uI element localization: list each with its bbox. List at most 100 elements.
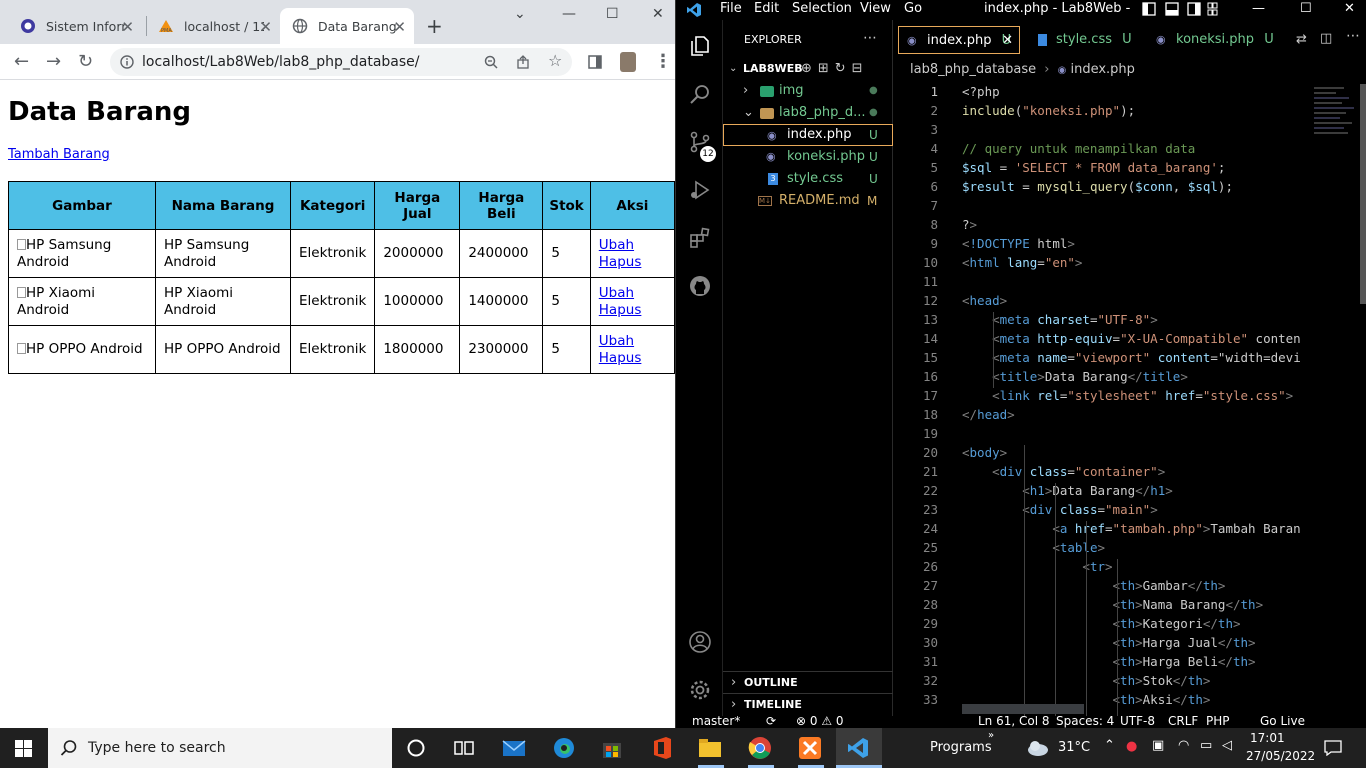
browser-tab-data-barang[interactable]: Data Barang ✕ [280,8,414,44]
close-window-button[interactable]: ✕ [652,6,664,22]
settings-gear-icon[interactable] [688,678,712,702]
tab-search-icon[interactable]: ⌄ [514,6,526,22]
wifi-icon[interactable]: ◠ [1178,738,1189,753]
cursor-position[interactable]: Ln 61, Col 8 [978,716,1050,728]
horizontal-scrollbar[interactable] [962,704,1084,714]
close-tab-icon[interactable]: ✕ [393,18,406,36]
sync-icon[interactable]: ⟳ [766,716,776,728]
close-tab-icon[interactable]: ✕ [259,18,272,36]
chrome-icon[interactable] [748,736,772,760]
menu-selection[interactable]: Selection [792,1,852,16]
delete-link[interactable]: Hapus [599,350,642,366]
editor-tab-style-css[interactable]: style.css U [1028,26,1144,54]
new-tab-button[interactable]: + [426,14,443,38]
task-view-icon[interactable] [452,736,476,760]
programs-toolbar[interactable]: Programs [930,740,992,755]
store-icon[interactable] [600,736,624,760]
go-live-status[interactable]: Go Live [1260,716,1305,728]
browser-tab-phpmyadmin[interactable]: PMA localhost / 12 ✕ [146,8,280,44]
back-arrow-icon[interactable]: ← [14,51,29,72]
volume-icon[interactable]: ◁ [1222,738,1232,753]
edit-link[interactable]: Ubah [599,333,634,349]
profile-avatar[interactable] [620,52,636,72]
run-debug-icon[interactable] [688,178,712,202]
compare-changes-icon[interactable]: ⇄ [1296,32,1307,47]
cortana-icon[interactable] [404,736,428,760]
menu-go[interactable]: Go [904,1,922,16]
forward-arrow-icon[interactable]: → [46,51,61,72]
address-bar[interactable]: localhost/Lab8Web/lab8_php_database/ ☆ [110,48,572,76]
tree-item-style-css[interactable]: 3 style.css U [723,168,893,190]
encoding-status[interactable]: UTF-8 [1120,716,1155,728]
timeline-section[interactable]: › TIMELINE [723,693,893,715]
close-tab-icon[interactable]: ✕ [1002,27,1013,55]
toolbar-chevron-icon[interactable]: » [988,730,994,741]
explorer-files-icon[interactable] [688,34,712,58]
edit-link[interactable]: Ubah [599,285,634,301]
code-editor[interactable]: 1 <?php 2 include("koneksi.php"); 3 4 // query… [894,81,1366,728]
close-tab-icon[interactable]: ✕ [121,18,134,36]
reload-icon[interactable]: ↻ [78,51,93,72]
eol-status[interactable]: CRLF [1168,716,1198,728]
vscode-taskbar-button[interactable] [836,728,882,768]
github-icon[interactable] [688,274,712,298]
menu-view[interactable]: View [860,1,891,16]
weather-temperature[interactable]: 31°C [1058,740,1090,755]
minimize-button[interactable]: — [1252,1,1265,16]
xampp-icon[interactable] [798,736,822,760]
tree-item-index-php[interactable]: ◉ index.php U [723,124,893,146]
minimap[interactable] [1314,84,1359,204]
mail-icon[interactable] [502,736,526,760]
more-actions-icon[interactable]: ⋯ [1346,28,1360,44]
menu-edit[interactable]: Edit [754,1,779,16]
clock-date[interactable]: 27/05/2022 [1246,749,1315,763]
editor-scrollbar[interactable] [1360,84,1366,304]
extensions-icon[interactable] [688,226,712,250]
notification-icon[interactable] [1324,740,1342,756]
side-panel-icon[interactable] [588,55,602,69]
office-icon[interactable] [650,736,674,760]
tree-item-readme[interactable]: M↓ README.md M [723,190,893,212]
close-window-button[interactable]: ✕ [1344,1,1355,16]
windows-start-icon[interactable] [15,740,32,757]
delete-link[interactable]: Hapus [599,302,642,318]
edit-link[interactable]: Ubah [599,237,634,253]
weather-cloud-icon[interactable] [1026,739,1050,757]
problems-status[interactable]: ⊗ 0 ⚠ 0 [796,716,844,728]
more-menu-icon[interactable]: ⋮ [654,51,672,72]
minimize-button[interactable]: — [562,6,576,22]
zoom-icon[interactable] [484,55,498,69]
search-icon[interactable] [688,82,712,106]
menu-file[interactable]: File [720,1,742,16]
outline-section[interactable]: › OUTLINE [723,671,893,693]
branch-status[interactable]: master* [692,716,740,728]
tree-item-img[interactable]: › img ● [723,80,893,102]
maximize-button[interactable]: ☐ [606,6,619,22]
account-icon[interactable] [688,630,712,654]
breadcrumb-file[interactable]: index.php [1070,62,1134,77]
indentation-status[interactable]: Spaces: 4 [1056,716,1114,728]
more-actions-icon[interactable]: ⋯ [863,30,877,46]
tree-item-lab8[interactable]: ⌄ lab8_php_d... ● [723,102,893,124]
bookmark-star-icon[interactable]: ☆ [548,51,562,70]
battery-icon[interactable]: ▭ [1200,738,1212,753]
antivirus-icon[interactable]: ● [1126,739,1137,754]
tree-item-koneksi-php[interactable]: ◉ koneksi.php U [723,146,893,168]
add-item-link[interactable]: Tambah Barang [8,147,110,162]
show-hidden-icons-icon[interactable]: ⌃ [1104,738,1115,753]
editor-tab-koneksi-php[interactable]: ◉ koneksi.php U [1148,26,1278,54]
language-status[interactable]: PHP [1206,716,1230,728]
meet-now-icon[interactable]: ▣ [1152,738,1164,753]
delete-link[interactable]: Hapus [599,254,642,270]
layout-controls-icon[interactable] [1142,2,1218,16]
browser-tab-sistem[interactable]: Sistem Inform ✕ [8,8,142,44]
workspace-root[interactable]: ⌄ LAB8WEB ⊕⊞↻⊟ [723,58,893,80]
breadcrumb-folder[interactable]: lab8_php_database [910,62,1036,77]
info-icon[interactable] [120,55,134,69]
share-icon[interactable] [516,55,530,69]
split-editor-icon[interactable]: ◫ [1320,31,1332,46]
explorer-actions-icon[interactable]: ⊕⊞↻⊟ [801,58,869,80]
editor-tab-index-php[interactable]: ◉ index.php U ✕ [898,26,1020,54]
file-explorer-icon[interactable] [698,736,722,760]
taskbar-search-box[interactable]: Type here to search [48,728,392,768]
